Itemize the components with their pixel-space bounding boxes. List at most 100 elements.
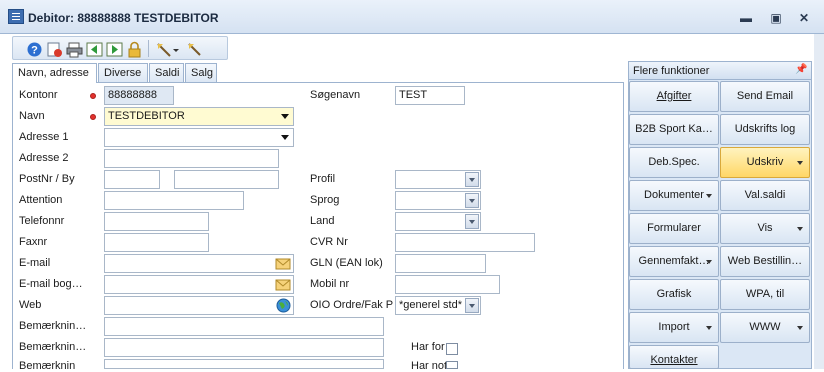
- profil-select[interactable]: [395, 170, 481, 189]
- chevron-down-icon[interactable]: [465, 172, 479, 187]
- www-button[interactable]: WWW: [720, 312, 810, 343]
- globe-icon[interactable]: [276, 298, 291, 313]
- grafisk-button[interactable]: Grafisk: [629, 279, 719, 310]
- grafisk-label: Grafisk: [656, 288, 692, 300]
- import-label: Import: [658, 321, 690, 333]
- gln-field[interactable]: [395, 254, 486, 273]
- bemaerkning2-field[interactable]: [104, 338, 384, 357]
- tab-saldi[interactable]: Saldi: [149, 63, 184, 82]
- attention-field[interactable]: [104, 191, 244, 210]
- chevron-down-icon[interactable]: [281, 114, 289, 119]
- envelope-icon[interactable]: [275, 277, 291, 291]
- next-icon[interactable]: [105, 40, 123, 57]
- web-label: Web: [19, 299, 42, 311]
- oio-label: OIO Ordre/Fak P: [310, 299, 394, 311]
- tools-dropdown-icon[interactable]: [155, 40, 181, 57]
- web-bestilling-button[interactable]: Web Bestillin…: [720, 246, 810, 277]
- chevron-down-icon[interactable]: [281, 135, 289, 140]
- adresse1-field[interactable]: [104, 128, 294, 147]
- send-email-label: Send Email: [736, 90, 794, 102]
- tab-diverse[interactable]: Diverse: [98, 63, 148, 82]
- email-bog-field[interactable]: [104, 275, 294, 294]
- tab-navn-adresse[interactable]: Navn, adresse: [12, 63, 97, 83]
- formularer-button[interactable]: Formularer: [629, 213, 719, 244]
- pin-icon[interactable]: 📌: [795, 64, 807, 76]
- tab-salg[interactable]: Salg: [185, 63, 217, 82]
- dokumenter-label: Dokumenter: [644, 189, 704, 201]
- toolbar: ?: [12, 36, 228, 60]
- b2b-sport-button[interactable]: B2B Sport Ka…: [629, 114, 719, 145]
- window-edge: [814, 34, 824, 369]
- udskrifts-log-button[interactable]: Udskrifts log: [720, 114, 810, 145]
- www-label: WWW: [749, 321, 781, 333]
- required-icon: [90, 114, 96, 120]
- oio-select[interactable]: *generel std*: [395, 296, 481, 315]
- by-field[interactable]: [174, 170, 279, 189]
- email-label: E-mail: [19, 257, 51, 269]
- har-not-checkbox[interactable]: [446, 361, 458, 369]
- delete-icon[interactable]: [45, 40, 62, 57]
- dokumenter-button[interactable]: Dokumenter: [629, 180, 719, 211]
- soegenavn-label: Søgenavn: [310, 89, 361, 101]
- minimize-icon[interactable]: ▬: [737, 10, 755, 26]
- chevron-down-icon[interactable]: [465, 193, 479, 208]
- window-title: Debitor: 88888888 TESTDEBITOR: [28, 11, 219, 25]
- navn-field[interactable]: TESTDEBITOR: [104, 107, 294, 126]
- faxnr-field[interactable]: [104, 233, 209, 252]
- navn-value: TESTDEBITOR: [108, 110, 185, 122]
- email-bog-label: E-mail bog…: [19, 278, 83, 290]
- telefonnr-field[interactable]: [104, 212, 209, 231]
- kontonr-field[interactable]: 88888888: [104, 86, 174, 105]
- help-icon[interactable]: ?: [25, 40, 42, 57]
- udskrifts-log-label: Udskrifts log: [734, 123, 796, 135]
- mobil-field[interactable]: [395, 275, 500, 294]
- kontakter-label: Kontakter: [650, 354, 698, 366]
- profil-label: Profil: [310, 173, 336, 185]
- sprog-select[interactable]: [395, 191, 481, 210]
- svg-text:?: ?: [31, 45, 38, 57]
- send-email-button[interactable]: Send Email: [720, 81, 810, 112]
- b2b-sport-label: B2B Sport Ka…: [635, 123, 713, 135]
- web-bestilling-label: Web Bestillin…: [727, 255, 803, 267]
- previous-icon[interactable]: [85, 40, 103, 57]
- vis-label: Vis: [757, 222, 773, 234]
- deb-spec-button[interactable]: Deb.Spec.: [629, 147, 719, 178]
- bemaerkning3-label: Bemærknin: [19, 360, 76, 372]
- bemaerkning2-label: Bemærknin…: [19, 341, 87, 353]
- val-saldi-label: Val.saldi: [744, 189, 786, 201]
- land-select[interactable]: [395, 212, 481, 231]
- chevron-down-icon[interactable]: [465, 298, 479, 313]
- restore-icon[interactable]: ▣: [767, 10, 785, 26]
- har-for-checkbox[interactable]: [446, 343, 458, 355]
- envelope-icon[interactable]: [275, 256, 291, 270]
- web-field[interactable]: [104, 296, 294, 315]
- bemaerkning1-label: Bemærknin…: [19, 320, 87, 332]
- edit-icon[interactable]: [185, 40, 202, 57]
- vis-button[interactable]: Vis: [720, 213, 810, 244]
- udskriv-button[interactable]: Udskriv: [720, 147, 810, 178]
- toolbar-separator: [148, 40, 149, 57]
- email-field[interactable]: [104, 254, 294, 273]
- gennemfakt-button[interactable]: Gennemfakt…: [629, 246, 719, 277]
- bemaerkning3-field[interactable]: [104, 359, 384, 369]
- dropdown-arrow-icon: [797, 227, 803, 231]
- afgifter-button[interactable]: Afgifter: [629, 81, 719, 112]
- val-saldi-button[interactable]: Val.saldi: [720, 180, 810, 211]
- required-icon: [90, 93, 96, 99]
- close-icon[interactable]: ✕: [795, 10, 813, 26]
- land-label: Land: [310, 215, 335, 227]
- cvr-field[interactable]: [395, 233, 535, 252]
- wpa-til-button[interactable]: WPA, til: [720, 279, 810, 310]
- kontakter-button[interactable]: Kontakter: [629, 345, 719, 369]
- bemaerkning1-field[interactable]: [104, 317, 384, 336]
- lock-icon[interactable]: [125, 40, 142, 58]
- print-icon[interactable]: [65, 40, 83, 58]
- chevron-down-icon[interactable]: [465, 214, 479, 229]
- adresse2-field[interactable]: [104, 149, 279, 168]
- import-button[interactable]: Import: [629, 312, 719, 343]
- side-panel-header: Flere funktioner: [629, 62, 811, 80]
- postnr-field[interactable]: [104, 170, 160, 189]
- soegenavn-field[interactable]: TEST: [395, 86, 465, 105]
- oio-value: *generel std*: [399, 299, 462, 311]
- dropdown-arrow-icon: [706, 194, 712, 198]
